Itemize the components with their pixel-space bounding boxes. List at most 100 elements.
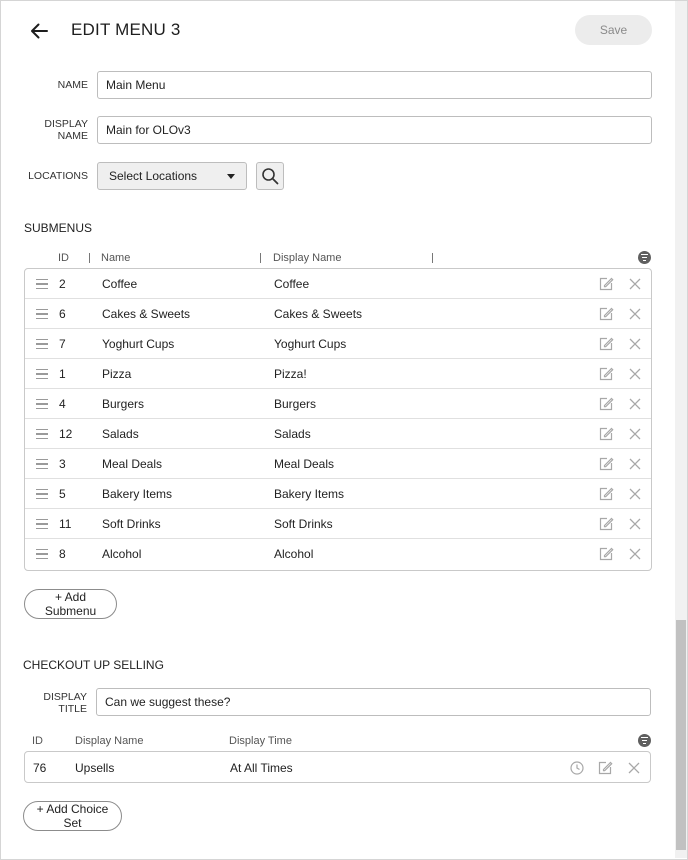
close-icon[interactable] (627, 456, 643, 472)
drag-handle-icon[interactable] (36, 279, 48, 289)
row-id: 3 (59, 457, 66, 471)
edit-icon[interactable] (597, 760, 613, 776)
row-id: 1 (59, 367, 66, 381)
row-id: 6 (59, 307, 66, 321)
arrow-left-icon (31, 23, 48, 39)
close-icon[interactable] (627, 276, 643, 292)
table-row[interactable]: 4 Burgers Burgers (25, 389, 651, 419)
table-row[interactable]: 7 Yoghurt Cups Yoghurt Cups (25, 329, 651, 359)
row-display-name: Yoghurt Cups (274, 337, 347, 351)
close-icon[interactable] (627, 516, 643, 532)
drag-handle-icon[interactable] (36, 339, 48, 349)
close-icon[interactable] (627, 336, 643, 352)
row-name: Yoghurt Cups (102, 337, 175, 351)
row-display-name: Alcohol (274, 547, 314, 561)
drag-handle-icon[interactable] (36, 459, 48, 469)
close-icon[interactable] (627, 546, 643, 562)
row-id: 11 (59, 517, 72, 531)
submenus-title: SUBMENUS (24, 221, 93, 235)
back-button[interactable] (26, 18, 52, 44)
edit-icon[interactable] (598, 306, 614, 322)
close-icon[interactable] (627, 396, 643, 412)
scrollbar-thumb[interactable] (676, 620, 686, 850)
table-row[interactable]: 2 Coffee Coffee (25, 269, 651, 299)
display-title-label: DISPLAY TITLE (29, 691, 87, 715)
drag-handle-icon[interactable] (36, 489, 48, 499)
row-id: 8 (59, 547, 66, 561)
drag-handle-icon[interactable] (36, 549, 48, 559)
row-name: Bakery Items (102, 487, 173, 501)
row-display-name: Coffee (274, 277, 310, 291)
row-name: Cakes & Sweets (102, 307, 191, 321)
upsell-table: 76 Upsells At All Times (24, 751, 651, 783)
row-display-time: At All Times (230, 761, 293, 775)
drag-handle-icon[interactable] (36, 519, 48, 529)
close-icon[interactable] (627, 486, 643, 502)
close-icon[interactable] (627, 306, 643, 322)
name-input[interactable] (97, 71, 652, 99)
display-name-label-line1: DISPLAY (44, 118, 88, 130)
locations-label: LOCATIONS (28, 170, 88, 182)
row-name: Burgers (102, 397, 145, 411)
submenus-table: 2 Coffee Coffee 6 Cakes & Sweets Cakes &… (24, 268, 652, 571)
edit-icon[interactable] (598, 336, 614, 352)
edit-icon[interactable] (598, 486, 614, 502)
upsell-col-id: ID (32, 735, 43, 747)
table-row[interactable]: 3 Meal Deals Meal Deals (25, 449, 651, 479)
edit-icon[interactable] (598, 366, 614, 382)
row-name: Coffee (102, 277, 138, 291)
submenus-col-id[interactable]: ID (58, 252, 69, 264)
table-row[interactable]: 8 Alcohol Alcohol (25, 539, 651, 569)
locations-search-button[interactable] (256, 162, 284, 190)
row-name: Salads (102, 427, 139, 441)
submenus-col-name[interactable]: Name (101, 252, 130, 264)
upsell-col-display-name: Display Name (75, 735, 144, 747)
display-title-label-line1: DISPLAY (43, 691, 87, 703)
clock-icon[interactable] (569, 760, 585, 776)
table-row[interactable]: 11 Soft Drinks Soft Drinks (25, 509, 651, 539)
search-icon (262, 168, 279, 185)
table-row[interactable]: 6 Cakes & Sweets Cakes & Sweets (25, 299, 651, 329)
edit-icon[interactable] (598, 426, 614, 442)
add-choice-set-button[interactable]: + Add Choice Set (23, 801, 122, 831)
row-display-name: Meal Deals (274, 457, 335, 471)
upsell-col-display-time: Display Time (229, 735, 292, 747)
locations-select[interactable]: Select Locations (97, 162, 247, 190)
row-display-name: Soft Drinks (274, 517, 333, 531)
edit-icon[interactable] (598, 276, 614, 292)
drag-handle-icon[interactable] (36, 429, 48, 439)
name-label: NAME (57, 79, 88, 91)
filter-icon[interactable] (638, 734, 651, 747)
edit-icon[interactable] (598, 456, 614, 472)
row-name: Pizza (102, 367, 132, 381)
row-id: 76 (33, 761, 47, 775)
close-icon[interactable] (627, 426, 643, 442)
checkout-upselling-title: CHECKOUT UP SELLING (23, 658, 164, 672)
drag-handle-icon[interactable] (36, 309, 48, 319)
column-divider[interactable] (432, 253, 433, 263)
display-name-label: DISPLAY NAME (30, 118, 88, 142)
display-title-label-line2: TITLE (58, 703, 87, 715)
table-row[interactable]: 12 Salads Salads (25, 419, 651, 449)
row-display-name: Pizza! (274, 367, 307, 381)
submenus-col-display-name[interactable]: Display Name (273, 252, 341, 264)
close-icon[interactable] (626, 760, 642, 776)
close-icon[interactable] (627, 366, 643, 382)
edit-icon[interactable] (598, 516, 614, 532)
save-button[interactable]: Save (575, 15, 652, 45)
drag-handle-icon[interactable] (36, 369, 48, 379)
filter-icon[interactable] (638, 251, 651, 264)
column-divider[interactable] (260, 253, 261, 263)
caret-down-icon (227, 173, 235, 179)
row-name: Soft Drinks (102, 517, 161, 531)
display-title-input[interactable] (96, 688, 651, 716)
drag-handle-icon[interactable] (36, 399, 48, 409)
column-divider[interactable] (89, 253, 90, 263)
table-row[interactable]: 76 Upsells At All Times (25, 752, 650, 782)
edit-icon[interactable] (598, 546, 614, 562)
display-name-input[interactable] (97, 116, 652, 144)
edit-icon[interactable] (598, 396, 614, 412)
add-submenu-button[interactable]: + Add Submenu (24, 589, 117, 619)
table-row[interactable]: 5 Bakery Items Bakery Items (25, 479, 651, 509)
table-row[interactable]: 1 Pizza Pizza! (25, 359, 651, 389)
